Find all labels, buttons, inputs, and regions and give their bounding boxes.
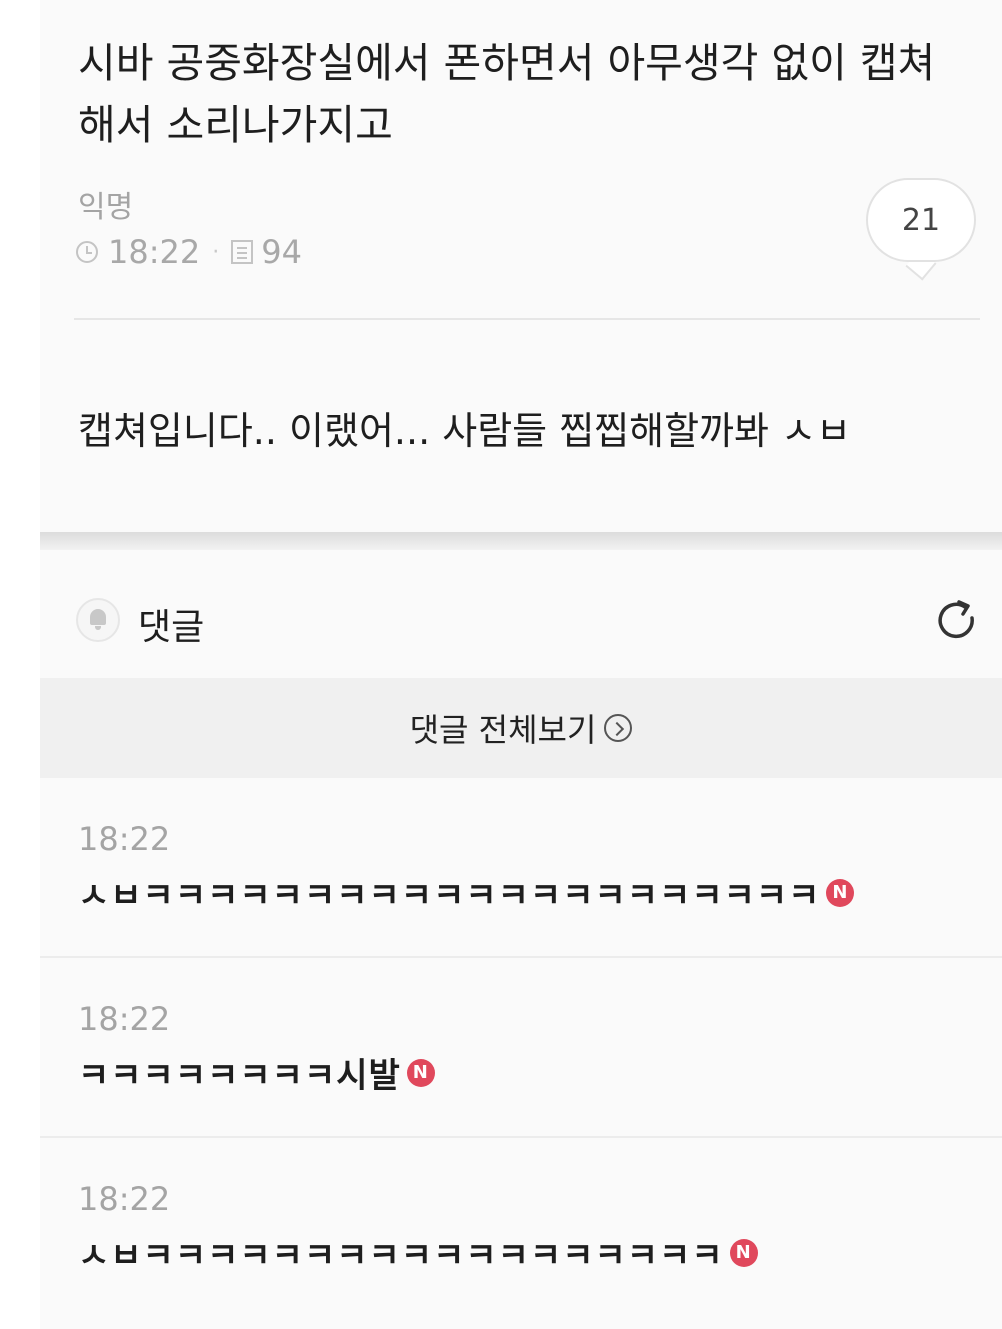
comments-header: 댓글: [40, 550, 1002, 678]
post-meta: 18:22 · 94: [76, 232, 302, 272]
left-margin: [0, 0, 40, 1329]
comment-text: ㅋㅋㅋㅋㅋㅋㅋㅋ시발: [78, 1056, 401, 1096]
post-author[interactable]: 익명: [78, 182, 133, 226]
new-badge: N: [406, 1058, 435, 1087]
chevron-circle-right-icon: [604, 714, 633, 742]
new-badge: N: [729, 1238, 758, 1267]
comments-title: 댓글: [138, 607, 205, 648]
comment-time: 18:22: [78, 820, 171, 858]
clock-icon: [76, 241, 98, 263]
comment-text-row: ㅅㅂㅋㅋㅋㅋㅋㅋㅋㅋㅋㅋㅋㅋㅋㅋㅋㅋㅋㅋㅋㅋㅋ N: [78, 868, 855, 917]
content-area: 시바 공중화장실에서 폰하면서 아무생각 없이 캡쳐해서 소리나가지고 익명 1…: [40, 0, 1002, 1329]
bell-icon[interactable]: [76, 598, 120, 642]
post-body: 캡쳐입니다.. 이랬어... 사람들 찝찝해할까봐 ㅅㅂ: [78, 409, 851, 453]
comment-text-row: ㅅㅂㅋㅋㅋㅋㅋㅋㅋㅋㅋㅋㅋㅋㅋㅋㅋㅋㅋㅋ N: [78, 1228, 758, 1277]
comment-text: ㅅㅂㅋㅋㅋㅋㅋㅋㅋㅋㅋㅋㅋㅋㅋㅋㅋㅋㅋㅋㅋㅋㅋ: [78, 876, 821, 916]
divider: [74, 318, 980, 320]
section-divider: [40, 532, 1002, 550]
comment-time: 18:22: [78, 1180, 171, 1218]
views-icon: [231, 240, 254, 264]
comment-count-button[interactable]: 21: [866, 178, 976, 262]
post-views: 94: [261, 233, 302, 271]
comment-count: 21: [901, 202, 941, 238]
comment-item: 18:22 ㅅㅂㅋㅋㅋㅋㅋㅋㅋㅋㅋㅋㅋㅋㅋㅋㅋㅋㅋㅋㅋㅋㅋ N: [40, 778, 1002, 958]
comment-item: 18:22 ㅋㅋㅋㅋㅋㅋㅋㅋ시발 N: [40, 958, 1002, 1138]
view-all-comments-button[interactable]: 댓글 전체보기: [40, 678, 1002, 778]
comment-text: ㅅㅂㅋㅋㅋㅋㅋㅋㅋㅋㅋㅋㅋㅋㅋㅋㅋㅋㅋㅋ: [78, 1236, 724, 1276]
comment-time: 18:22: [78, 1000, 171, 1038]
post-title: 시바 공중화장실에서 폰하면서 아무생각 없이 캡쳐해서 소리나가지고: [78, 39, 936, 149]
meta-separator: ·: [212, 239, 220, 265]
post-time: 18:22: [108, 233, 201, 271]
post: 시바 공중화장실에서 폰하면서 아무생각 없이 캡쳐해서 소리나가지고 익명 1…: [40, 0, 1002, 532]
comment-text-row: ㅋㅋㅋㅋㅋㅋㅋㅋ시발 N: [78, 1048, 435, 1097]
view-all-label: 댓글 전체보기: [409, 711, 597, 749]
new-badge: N: [826, 878, 855, 907]
comment-item: 18:22 ㅅㅂㅋㅋㅋㅋㅋㅋㅋㅋㅋㅋㅋㅋㅋㅋㅋㅋㅋㅋ N: [40, 1138, 1002, 1318]
refresh-icon[interactable]: [932, 596, 982, 646]
page: 시바 공중화장실에서 폰하면서 아무생각 없이 캡쳐해서 소리나가지고 익명 1…: [0, 0, 1002, 1329]
